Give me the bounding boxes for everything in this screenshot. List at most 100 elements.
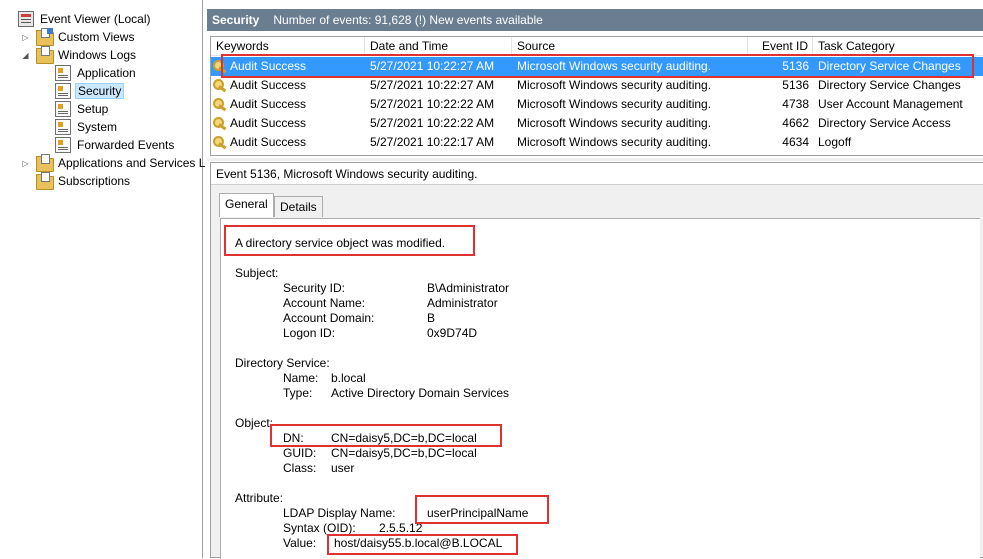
field-value: CN=daisy5,DC=b,DC=local [331, 446, 477, 460]
cell-date: 5/27/2021 10:22:17 AM [370, 135, 495, 149]
event-count-status: Number of events: 91,628 (!) New events … [273, 13, 543, 27]
tab-general[interactable]: General [219, 193, 274, 217]
cell-source: Microsoft Windows security auditing. [517, 97, 712, 111]
field-value: CN=daisy5,DC=b,DC=local [331, 431, 477, 445]
tree-label: Application [77, 66, 136, 80]
field-label: Syntax (OID): [283, 521, 356, 535]
field-value: B [427, 311, 436, 325]
cell-category: Logoff [818, 135, 852, 149]
table-row[interactable]: Audit Success 5/27/2021 10:22:17 AM Micros… [211, 133, 983, 152]
tab-details[interactable]: Details [274, 196, 323, 217]
audit-key-icon [212, 116, 228, 130]
tree-node-security[interactable]: Security [55, 82, 125, 100]
log-icon [55, 119, 71, 135]
column-header-task-category[interactable]: Task Category [813, 37, 983, 56]
field-label: Name: [283, 371, 319, 385]
field-value: host/daisy55.b.local@B.LOCAL [334, 536, 503, 550]
column-header-keywords[interactable]: Keywords [211, 37, 365, 56]
cell-date: 5/27/2021 10:22:27 AM [370, 78, 495, 92]
log-icon [55, 137, 71, 153]
tree-node-application[interactable]: Application [55, 64, 138, 82]
field-value: B\Administrator [427, 281, 510, 295]
event-viewer-icon [18, 11, 34, 27]
event-message: A directory service object was modified. [235, 236, 446, 250]
field-label: Account Name: [283, 296, 366, 310]
tree-node-subscriptions[interactable]: Subscriptions [36, 172, 132, 190]
cell-category: Directory Service Changes [818, 78, 961, 92]
splitter[interactable] [207, 158, 983, 161]
folder-icon [36, 28, 54, 46]
table-row[interactable]: Audit Success 5/27/2021 10:22:22 AM Micros… [211, 114, 983, 133]
cell-source: Microsoft Windows security auditing. [517, 116, 712, 130]
field-value: Active Directory Domain Services [331, 386, 510, 400]
column-header-date[interactable]: Date and Time [365, 37, 512, 56]
cell-source: Microsoft Windows security auditing. [517, 78, 712, 92]
field-label: Type: [283, 386, 313, 400]
field-value: user [331, 461, 355, 475]
tree-node-event-viewer[interactable]: Event Viewer (Local) [18, 10, 153, 28]
tree-node-windows-logs[interactable]: Windows Logs [36, 46, 138, 64]
subject-header: Subject: [235, 266, 279, 280]
event-detail-title: Event 5136, Microsoft Windows security a… [211, 163, 983, 185]
field-label: Class: [283, 461, 317, 475]
tree-node-apps-services[interactable]: Applications and Services L [36, 154, 207, 172]
tree-label: Forwarded Events [77, 138, 175, 152]
event-list-header: Keywords Date and Time Source Event ID T… [211, 37, 983, 56]
tree-label: System [77, 120, 118, 134]
audit-key-icon [212, 78, 228, 92]
field-label: Account Domain: [283, 311, 375, 325]
cell-source: Microsoft Windows security auditing. [517, 59, 712, 73]
tree-label: Security [75, 83, 125, 99]
field-value: 0x9D74D [427, 326, 478, 340]
log-header-bar: Security Number of events: 91,628 (!) Ne… [207, 9, 983, 31]
cell-date: 5/27/2021 10:22:22 AM [370, 97, 495, 111]
tree-node-system[interactable]: System [55, 118, 119, 136]
log-icon [55, 65, 71, 81]
collapse-arrow-icon[interactable]: ◢ [21, 51, 30, 60]
field-label: Value: [283, 536, 317, 550]
log-title: Security [212, 13, 260, 27]
table-row[interactable]: Audit Success 5/27/2021 10:22:27 AM Micros… [211, 57, 983, 76]
audit-key-icon [212, 135, 228, 149]
table-row[interactable]: Audit Success 5/27/2021 10:22:22 AM Micros… [211, 95, 983, 114]
column-header-source[interactable]: Source [512, 37, 748, 56]
log-icon [55, 83, 71, 99]
main-pane: Security Number of events: 91,628 (!) Ne… [207, 0, 983, 559]
field-label: LDAP Display Name: [283, 506, 396, 520]
cell-category: User Account Management [818, 97, 963, 111]
tree-label: Windows Logs [58, 48, 137, 62]
tree-node-setup[interactable]: Setup [55, 100, 110, 118]
tree-node-custom-views[interactable]: Custom Views [36, 28, 136, 46]
tree-label: Custom Views [58, 30, 135, 44]
expand-arrow-icon[interactable]: ▷ [21, 33, 30, 42]
field-label: Security ID: [283, 281, 346, 295]
cell-event-id: 4634 [782, 135, 809, 149]
cell-keywords: Audit Success [230, 135, 307, 149]
cell-keywords: Audit Success [230, 59, 307, 73]
tree-label: Setup [77, 102, 109, 116]
cell-event-id: 4738 [782, 97, 809, 111]
field-label: GUID: [283, 446, 317, 460]
column-header-event-id[interactable]: Event ID [748, 37, 813, 56]
cell-category: Directory Service Changes [818, 59, 961, 73]
tree-node-forwarded-events[interactable]: Forwarded Events [55, 136, 176, 154]
field-value: b.local [331, 371, 366, 385]
tree-label: Event Viewer (Local) [40, 12, 151, 26]
directory-service-header: Directory Service: [235, 356, 330, 370]
field-value: userPrincipalName [427, 506, 529, 520]
attribute-header: Attribute: [235, 491, 284, 505]
cell-date: 5/27/2021 10:22:22 AM [370, 116, 495, 130]
field-value: 2.5.5.12 [379, 521, 423, 535]
cell-event-id: 4662 [782, 116, 809, 130]
cell-keywords: Audit Success [230, 97, 307, 111]
audit-key-icon [212, 59, 228, 73]
expand-arrow-icon[interactable]: ▷ [21, 159, 30, 168]
audit-key-icon [212, 97, 228, 111]
table-row[interactable]: Audit Success 5/27/2021 10:22:27 AM Micros… [211, 76, 983, 95]
field-label: Logon ID: [283, 326, 336, 340]
cell-event-id: 5136 [782, 59, 809, 73]
log-icon [55, 101, 71, 117]
folder-icon [36, 154, 54, 172]
tree-label: Subscriptions [58, 174, 131, 188]
field-value: Administrator [427, 296, 498, 310]
